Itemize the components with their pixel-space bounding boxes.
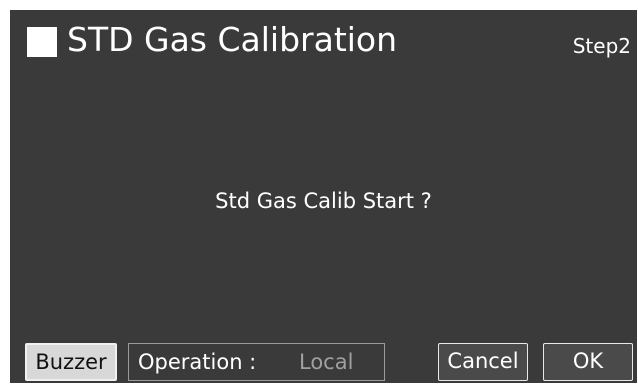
square-icon <box>27 27 57 57</box>
buzzer-button[interactable]: Buzzer <box>25 343 117 381</box>
cancel-button[interactable]: Cancel <box>438 343 528 381</box>
confirmation-message: Std Gas Calib Start ? <box>215 189 432 213</box>
operation-status: Operation : Local <box>128 343 385 381</box>
calibration-screen: STD Gas Calibration Step2 Std Gas Calib … <box>10 10 637 383</box>
operation-value: Local <box>299 350 354 374</box>
title-bar: STD Gas Calibration Step2 <box>10 10 637 74</box>
page-title: STD Gas Calibration <box>67 20 398 59</box>
operation-label: Operation : <box>138 350 257 374</box>
step-indicator: Step2 <box>572 34 631 58</box>
ok-button[interactable]: OK <box>543 343 633 381</box>
